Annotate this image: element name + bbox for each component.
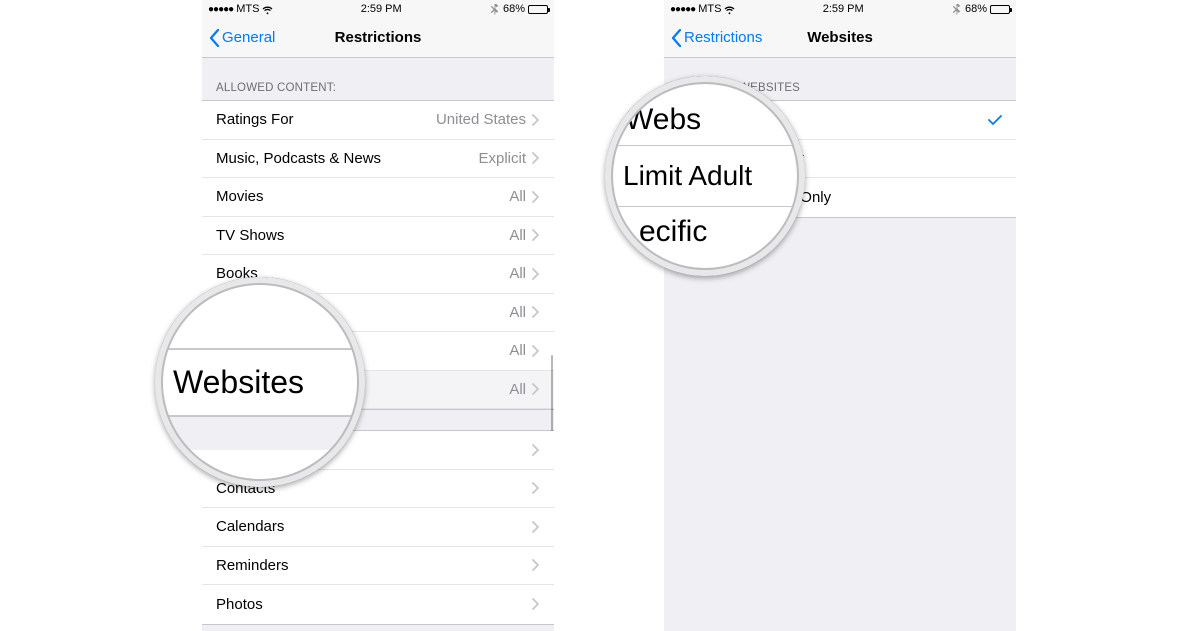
- battery-pct: 68%: [965, 3, 987, 15]
- nav-back-label: General: [222, 29, 275, 46]
- row-ratings-for[interactable]: Ratings For United States: [202, 101, 554, 140]
- row-label: Music, Podcasts & News: [216, 150, 478, 167]
- row-label: Calendars: [216, 518, 532, 535]
- chevron-right-icon: [532, 559, 540, 571]
- status-time: 2:59 PM: [823, 3, 864, 15]
- chevron-left-icon: [209, 29, 220, 47]
- carrier-label: MTS: [236, 3, 259, 15]
- chevron-right-icon: [532, 229, 540, 241]
- status-left: ●●●●● MTS: [670, 3, 735, 15]
- row-label: Movies: [216, 188, 509, 205]
- row-label: Ratings For: [216, 111, 436, 128]
- nav-bar: General Restrictions: [202, 18, 554, 58]
- chevron-right-icon: [532, 268, 540, 280]
- magnifier-websites: Websites: [155, 277, 365, 487]
- chevron-right-icon: [532, 152, 540, 164]
- row-value: United States: [436, 111, 526, 128]
- row-value: All: [509, 265, 526, 282]
- magnifier-limit-adult: Webs Limit Adult ecific: [605, 76, 805, 276]
- row-reminders[interactable]: Reminders: [202, 547, 554, 586]
- nav-back-button[interactable]: Restrictions: [671, 18, 762, 57]
- signal-dots-icon: ●●●●●: [670, 4, 695, 15]
- magnifier-text: Limit Adult: [605, 145, 805, 207]
- row-label: Photos: [216, 596, 532, 613]
- row-music-podcasts-news[interactable]: Music, Podcasts & News Explicit: [202, 140, 554, 179]
- chevron-right-icon: [532, 114, 540, 126]
- row-value: Explicit: [478, 150, 526, 167]
- row-value: All: [509, 304, 526, 321]
- magnifier-ghost-top: Webs: [605, 103, 805, 145]
- row-tv-shows[interactable]: TV Shows All: [202, 217, 554, 256]
- chevron-right-icon: [532, 521, 540, 533]
- chevron-right-icon: [532, 598, 540, 610]
- row-photos[interactable]: Photos: [202, 585, 554, 624]
- row-value: All: [509, 188, 526, 205]
- status-bar: ●●●●● MTS 2:59 PM 68%: [202, 0, 554, 18]
- nav-back-button[interactable]: General: [209, 18, 275, 57]
- nav-back-label: Restrictions: [684, 29, 762, 46]
- nav-title: Restrictions: [335, 29, 422, 46]
- chevron-right-icon: [532, 383, 540, 395]
- chevron-right-icon: [532, 191, 540, 203]
- row-value: All: [509, 381, 526, 398]
- row-calendars[interactable]: Calendars: [202, 508, 554, 547]
- chevron-right-icon: [532, 306, 540, 318]
- row-label: Reminders: [216, 557, 532, 574]
- status-time: 2:59 PM: [361, 3, 402, 15]
- row-value: All: [509, 342, 526, 359]
- magnifier-ghost-bottom: ecific: [605, 207, 805, 249]
- chevron-right-icon: [532, 482, 540, 494]
- status-right: 68%: [489, 3, 548, 15]
- chevron-right-icon: [532, 345, 540, 357]
- wifi-icon: [262, 4, 273, 15]
- status-left: ●●●●● MTS: [208, 3, 273, 15]
- section-header-allowed-content: ALLOWED CONTENT:: [202, 58, 554, 100]
- carrier-label: MTS: [698, 3, 721, 15]
- checkmark-icon: [988, 115, 1002, 125]
- chevron-left-icon: [671, 29, 682, 47]
- battery-pct: 68%: [503, 3, 525, 15]
- row-value: All: [509, 227, 526, 244]
- row-movies[interactable]: Movies All: [202, 178, 554, 217]
- battery-icon: [990, 5, 1010, 14]
- signal-dots-icon: ●●●●●: [208, 4, 233, 15]
- chevron-right-icon: [532, 444, 540, 456]
- magnifier-text: Websites: [155, 349, 365, 416]
- nav-title: Websites: [807, 29, 873, 46]
- bluetooth-icon: [951, 4, 962, 15]
- status-bar: ●●●●● MTS 2:59 PM 68%: [664, 0, 1016, 18]
- bluetooth-icon: [489, 4, 500, 15]
- battery-icon: [528, 5, 548, 14]
- nav-bar: Restrictions Websites: [664, 18, 1016, 58]
- row-label: TV Shows: [216, 227, 509, 244]
- wifi-icon: [724, 4, 735, 15]
- status-right: 68%: [951, 3, 1010, 15]
